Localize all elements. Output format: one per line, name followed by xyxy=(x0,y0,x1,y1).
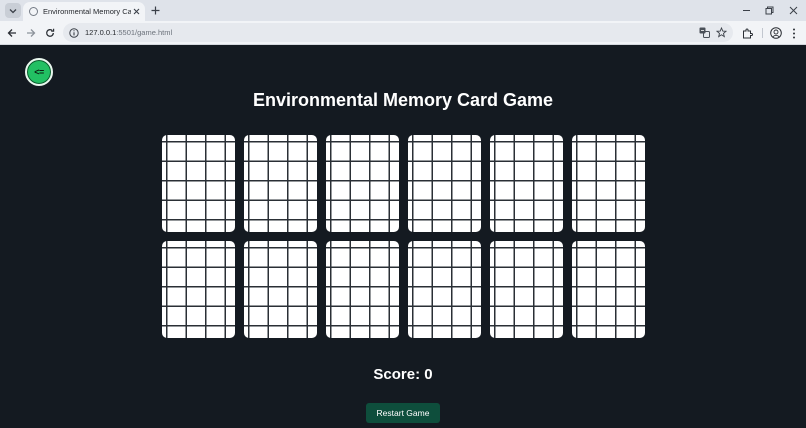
tab-title: Environmental Memory Card G xyxy=(43,7,131,16)
page-title: Environmental Memory Card Game xyxy=(252,90,554,110)
close-window-button[interactable] xyxy=(785,3,801,18)
plus-icon xyxy=(151,6,160,15)
url-path: :5501/game.html xyxy=(116,28,173,37)
memory-card[interactable] xyxy=(326,241,399,338)
toolbar-separator xyxy=(762,28,763,38)
reload-button[interactable] xyxy=(42,25,58,41)
address-bar[interactable]: 127.0.0.1:5501/game.html xyxy=(63,23,733,42)
puzzle-icon xyxy=(742,28,753,38)
score-display: Score: 0 xyxy=(373,366,433,383)
memory-card[interactable] xyxy=(408,135,481,232)
star-icon xyxy=(715,26,727,38)
minimize-icon xyxy=(742,10,750,11)
bookmark-button[interactable] xyxy=(713,24,729,40)
globe-icon xyxy=(29,7,38,16)
tab-search-button[interactable] xyxy=(5,3,21,18)
card-board xyxy=(162,135,645,341)
memory-card[interactable] xyxy=(572,135,645,232)
translate-button[interactable] xyxy=(696,24,712,40)
browser-toolbar: 127.0.0.1:5501/game.html xyxy=(0,21,806,45)
memory-card[interactable] xyxy=(162,135,235,232)
restore-button[interactable] xyxy=(761,3,777,18)
back-button[interactable]: <= xyxy=(25,58,53,86)
chevron-down-icon xyxy=(9,8,17,13)
browser-menu-button[interactable] xyxy=(786,25,802,41)
extensions-button[interactable] xyxy=(739,25,755,41)
browser-tabstrip: Environmental Memory Card G xyxy=(0,0,806,21)
site-info-icon[interactable] xyxy=(69,27,79,38)
close-icon xyxy=(789,6,797,15)
memory-card[interactable] xyxy=(490,241,563,338)
arrow-right-icon xyxy=(27,29,36,37)
new-tab-button[interactable] xyxy=(148,3,163,18)
translate-icon xyxy=(699,27,710,38)
memory-card[interactable] xyxy=(490,135,563,232)
memory-card[interactable] xyxy=(244,241,317,338)
reload-icon xyxy=(46,28,55,37)
memory-card[interactable] xyxy=(244,135,317,232)
kebab-menu-icon xyxy=(793,28,795,38)
restore-icon xyxy=(765,6,773,15)
memory-card[interactable] xyxy=(162,241,235,338)
forward-nav-button[interactable] xyxy=(23,25,39,41)
avatar-icon xyxy=(770,27,782,39)
close-tab-button[interactable] xyxy=(131,7,141,17)
memory-card[interactable] xyxy=(408,241,481,338)
memory-card[interactable] xyxy=(572,241,645,338)
profile-button[interactable] xyxy=(768,25,784,41)
minimize-button[interactable] xyxy=(738,3,754,18)
back-button-label: <= xyxy=(34,67,44,77)
close-icon xyxy=(133,8,139,15)
restart-game-button[interactable]: Restart Game xyxy=(366,403,440,423)
memory-card[interactable] xyxy=(326,135,399,232)
url-host: 127.0.0.1 xyxy=(85,28,117,37)
arrow-left-icon xyxy=(7,29,16,37)
back-nav-button[interactable] xyxy=(4,25,20,41)
browser-tab-active[interactable]: Environmental Memory Card G xyxy=(23,2,145,21)
